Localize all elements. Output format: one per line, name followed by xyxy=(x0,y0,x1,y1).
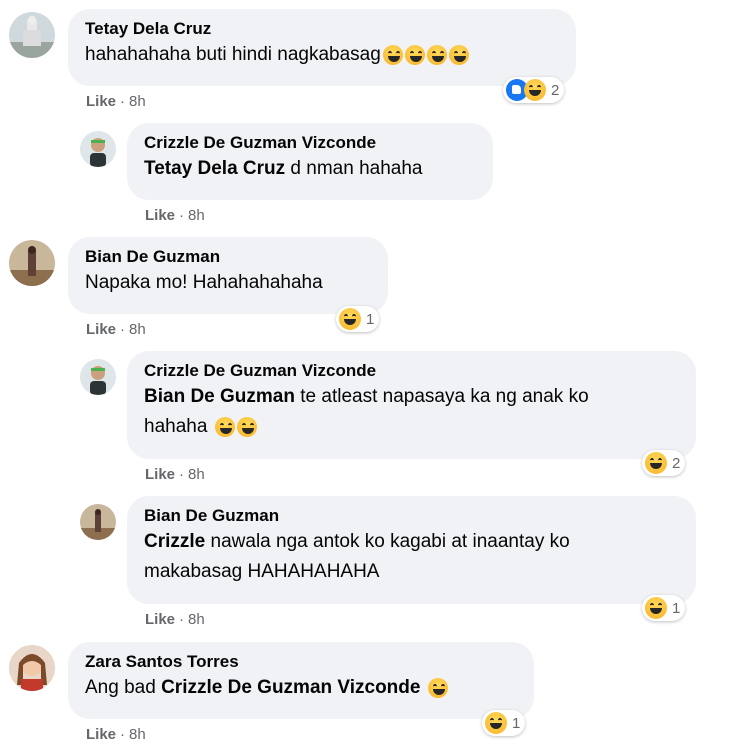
comment-text: Napaka mo! Hahahahahaha xyxy=(85,272,323,293)
comment-meta: Like · 8h xyxy=(86,726,146,743)
mention-link[interactable]: Crizzle xyxy=(144,531,205,552)
comment-meta: Like · 8h xyxy=(86,321,146,338)
comment-body: Ang bad xyxy=(85,677,162,698)
comment-author[interactable]: Zara Santos Torres xyxy=(85,651,516,673)
avatar[interactable] xyxy=(9,645,55,691)
comment-text: hahahahaha buti hindi nagkabasag xyxy=(85,40,558,70)
comment-text: Crizzle nawala nga antok ko kagabi at in… xyxy=(144,527,678,587)
meta-separator: · xyxy=(120,93,126,110)
rofl-emoji-icon xyxy=(448,44,469,65)
comment-meta: Like · 8h xyxy=(145,466,205,483)
comment-time[interactable]: 8h xyxy=(129,321,146,338)
comment-bubble: Bian De Guzman Napaka mo! Hahahahahaha xyxy=(68,237,388,314)
comment-author[interactable]: Bian De Guzman xyxy=(144,505,678,527)
like-button[interactable]: Like xyxy=(86,726,116,743)
haha-emoji-icon xyxy=(426,44,447,65)
comment-meta: Like · 8h xyxy=(145,207,205,224)
comment-bubble: Tetay Dela Cruz hahahahaha buti hindi na… xyxy=(68,9,576,86)
comment-body-line2: makabasag HAHAHAHAHA xyxy=(144,561,380,582)
reaction-count: 1 xyxy=(672,599,681,617)
comment-bubble: Crizzle De Guzman Vizconde Tetay Dela Cr… xyxy=(127,123,493,200)
haha-emoji-icon xyxy=(485,712,507,734)
meta-separator: · xyxy=(179,207,185,224)
avatar[interactable] xyxy=(80,504,116,540)
comment-body: d nman hahaha xyxy=(285,158,423,179)
comment-author[interactable]: Crizzle De Guzman Vizconde xyxy=(144,360,678,382)
comment-text: Ang bad Crizzle De Guzman Vizconde xyxy=(85,673,516,703)
meta-separator: · xyxy=(179,466,185,483)
mention-link[interactable]: Crizzle De Guzman Vizconde xyxy=(161,677,420,698)
avatar[interactable] xyxy=(80,359,116,395)
comment-meta: Like · 8h xyxy=(86,93,146,110)
meta-separator: · xyxy=(179,611,185,628)
like-button[interactable]: Like xyxy=(86,93,116,110)
like-button[interactable]: Like xyxy=(86,321,116,338)
reaction-summary[interactable]: 1 xyxy=(482,710,526,736)
comment-time[interactable]: 8h xyxy=(188,466,205,483)
haha-emoji-icon xyxy=(645,452,667,474)
comment-bubble: Zara Santos Torres Ang bad Crizzle De Gu… xyxy=(68,642,534,719)
comment-author[interactable]: Crizzle De Guzman Vizconde xyxy=(144,132,475,154)
like-button[interactable]: Like xyxy=(145,207,175,224)
comment-time[interactable]: 8h xyxy=(129,93,146,110)
reaction-count: 2 xyxy=(672,454,681,472)
comment-meta: Like · 8h xyxy=(145,611,205,628)
avatar[interactable] xyxy=(80,131,116,167)
comment-time[interactable]: 8h xyxy=(188,611,205,628)
avatar[interactable] xyxy=(9,240,55,286)
comment-time[interactable]: 8h xyxy=(188,207,205,224)
like-button[interactable]: Like xyxy=(145,611,175,628)
rofl-emoji-icon xyxy=(404,44,425,65)
reaction-summary[interactable]: 1 xyxy=(642,595,686,621)
haha-emoji-icon xyxy=(236,416,257,437)
haha-emoji-icon xyxy=(382,44,403,65)
grin-emoji-icon xyxy=(214,416,235,437)
comment-time[interactable]: 8h xyxy=(129,726,146,743)
comment-text: Tetay Dela Cruz d nman hahaha xyxy=(144,154,475,184)
comment-text: Bian De Guzman te atleast napasaya ka ng… xyxy=(144,382,678,442)
comment-body: te atleast napasaya ka ng anak ko xyxy=(294,386,589,407)
comment-body: hahahahaha buti hindi nagkabasag xyxy=(85,44,381,65)
haha-emoji-icon xyxy=(339,308,361,330)
comment-body-line2: hahaha xyxy=(144,416,208,437)
comment-author[interactable]: Tetay Dela Cruz xyxy=(85,18,558,40)
comment-bubble: Bian De Guzman Crizzle nawala nga antok … xyxy=(127,496,696,604)
haha-emoji-icon xyxy=(645,597,667,619)
comment-bubble: Crizzle De Guzman Vizconde Bian De Guzma… xyxy=(127,351,696,459)
haha-emoji-icon xyxy=(427,677,448,698)
mention-link[interactable]: Bian De Guzman xyxy=(144,386,295,407)
reaction-summary[interactable]: 2 xyxy=(642,450,686,476)
like-button[interactable]: Like xyxy=(145,466,175,483)
meta-separator: · xyxy=(120,726,126,743)
reaction-count: 1 xyxy=(366,310,375,328)
haha-emoji-icon xyxy=(524,79,546,101)
avatar[interactable] xyxy=(9,12,55,58)
reaction-count: 2 xyxy=(551,81,560,99)
meta-separator: · xyxy=(120,321,126,338)
reaction-summary[interactable]: 2 xyxy=(503,77,565,103)
comment-body: nawala nga antok ko kagabi at inaantay k… xyxy=(205,531,570,552)
mention-link[interactable]: Tetay Dela Cruz xyxy=(144,158,285,179)
reaction-summary[interactable]: 1 xyxy=(336,306,380,332)
comment-author[interactable]: Bian De Guzman xyxy=(85,246,370,268)
reaction-count: 1 xyxy=(512,714,521,732)
